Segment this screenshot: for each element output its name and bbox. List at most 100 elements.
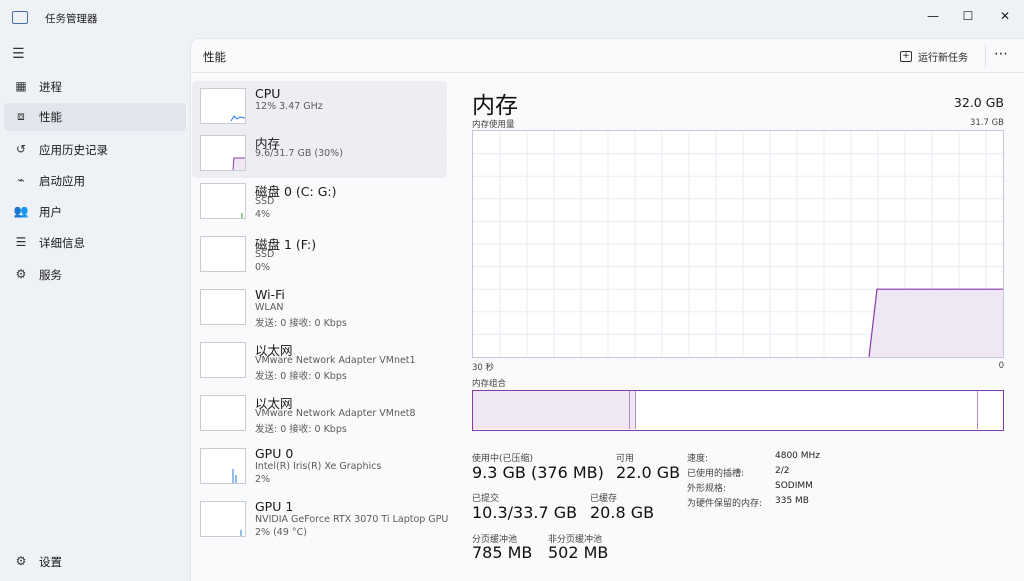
nav-item-users[interactable]: 👥 用户	[4, 198, 186, 226]
toolbar-separator	[985, 45, 986, 67]
minimize-icon: —	[927, 9, 939, 23]
run-task-icon: +	[900, 50, 912, 62]
form-factor-value: SODIMM	[775, 481, 813, 491]
close-icon: ✕	[999, 9, 1011, 23]
nonpaged-pool-value: 502 MB	[548, 543, 609, 562]
nav-label: 用户	[39, 205, 62, 219]
graph-axis-left: 30 秒	[472, 363, 495, 373]
page-title: 性能	[203, 50, 226, 64]
nav-item-performance[interactable]: ⧈ 性能	[4, 103, 186, 131]
device-detail: WLAN	[255, 302, 284, 313]
composition-divider	[635, 391, 636, 429]
memory-thumbnail-graph	[200, 135, 246, 171]
hw-reserved-key: 为硬件保留的内存:	[687, 499, 763, 509]
header-divider	[191, 72, 1024, 73]
available-value: 22.0 GB	[616, 463, 681, 482]
device-ethernet-vmnet8[interactable]: 以太网 VMware Network Adapter VMnet8 发送: 0 …	[192, 388, 447, 438]
speed-key: 速度:	[687, 454, 709, 464]
maximize-icon: ☐	[962, 9, 974, 23]
nav-label: 启动应用	[39, 174, 85, 188]
device-detail: VMware Network Adapter VMnet8	[255, 408, 416, 419]
memory-usage-graph	[472, 130, 1004, 358]
nav-label: 性能	[39, 110, 62, 124]
ethernet-thumbnail-graph	[200, 395, 246, 431]
device-detail: NVIDIA GeForce RTX 3070 Ti Laptop GPU	[255, 514, 449, 525]
app-history-icon: ↺	[15, 142, 27, 156]
slots-key: 已使用的插槽:	[687, 469, 745, 479]
nav-label: 应用历史记录	[39, 143, 108, 157]
device-cpu[interactable]: CPU 12% 3.47 GHz	[192, 81, 447, 131]
nav-item-startup-apps[interactable]: ⌁ 启动应用	[4, 167, 186, 195]
device-disk-1[interactable]: 磁盘 1 (F:) SSD 0%	[192, 229, 447, 279]
users-icon: 👥	[13, 204, 29, 218]
nav-label: 服务	[39, 268, 62, 282]
device-memory[interactable]: 内存 9.6/31.7 GB (30%)	[192, 128, 447, 178]
committed-value: 10.3/33.7 GB	[472, 503, 578, 522]
nav-label: 详细信息	[39, 236, 85, 250]
nav-item-services[interactable]: ⚙ 服务	[4, 261, 186, 289]
device-usage: 4%	[255, 209, 271, 220]
memory-usage-area	[869, 289, 1003, 357]
device-usage: 2%	[255, 474, 271, 485]
device-usage: 发送: 0 接收: 0 Kbps	[255, 371, 347, 382]
device-detail: 9.6/31.7 GB (30%)	[255, 148, 343, 159]
device-usage: 发送: 0 接收: 0 Kbps	[255, 318, 347, 329]
device-detail: VMware Network Adapter VMnet1	[255, 355, 416, 366]
device-ethernet-vmnet1[interactable]: 以太网 VMware Network Adapter VMnet1 发送: 0 …	[192, 335, 447, 385]
graph-max-label: 31.7 GB	[969, 118, 1004, 128]
details-icon: ☰	[15, 235, 27, 249]
device-name: Wi-Fi	[255, 287, 285, 302]
performance-icon: ⧈	[17, 109, 25, 123]
title-bar	[0, 0, 1024, 36]
memory-composition-bar	[472, 390, 1004, 431]
processes-icon: ▦	[15, 79, 27, 93]
wifi-thumbnail-graph	[200, 289, 246, 325]
close-button[interactable]: ✕	[982, 0, 1024, 32]
more-options-icon[interactable]: ⋯	[994, 46, 1009, 62]
cpu-thumbnail-graph	[200, 88, 246, 124]
gpu-0-thumbnail-graph	[200, 448, 246, 484]
composition-divider	[977, 391, 978, 429]
device-name: CPU	[255, 86, 281, 101]
nav-label: 进程	[39, 80, 62, 94]
nav-item-processes[interactable]: ▦ 进程	[4, 73, 186, 101]
memory-capacity: 32.0 GB	[953, 95, 1004, 110]
device-detail: Intel(R) Iris(R) Xe Graphics	[255, 461, 382, 472]
composition-in-use	[473, 391, 629, 429]
device-gpu-1[interactable]: GPU 1 NVIDIA GeForce RTX 3070 Ti Laptop …	[192, 494, 449, 544]
device-usage: 发送: 0 接收: 0 Kbps	[255, 424, 347, 435]
startup-apps-icon: ⌁	[17, 173, 25, 187]
detail-title: 内存	[472, 93, 518, 119]
disk-0-thumbnail-graph	[200, 183, 246, 219]
settings-gear-icon: ⚙	[15, 554, 27, 568]
device-usage: 2% (49 °C)	[255, 527, 307, 538]
disk-1-thumbnail-graph	[200, 236, 246, 272]
task-manager-icon	[12, 11, 28, 24]
paged-pool-value: 785 MB	[472, 543, 533, 562]
run-task-label: 运行新任务	[918, 52, 968, 64]
form-factor-key: 外形规格:	[687, 484, 727, 494]
device-detail: SSD	[255, 196, 275, 207]
device-disk-0[interactable]: 磁盘 0 (C: G:) SSD 4%	[192, 176, 447, 226]
cached-value: 20.8 GB	[590, 503, 655, 522]
hw-reserved-value: 335 MB	[775, 496, 809, 506]
gpu-1-thumbnail-graph	[200, 501, 246, 537]
services-icon: ⚙	[15, 267, 27, 281]
device-detail: 12% 3.47 GHz	[255, 101, 323, 112]
nav-item-app-history[interactable]: ↺ 应用历史记录	[4, 136, 186, 164]
speed-value: 4800 MHz	[775, 451, 821, 461]
graph-axis-right: 0	[998, 361, 1004, 371]
window-title: 任务管理器	[45, 13, 98, 25]
device-wifi[interactable]: Wi-Fi WLAN 发送: 0 接收: 0 Kbps	[192, 282, 447, 332]
nav-item-details[interactable]: ☰ 详细信息	[4, 229, 186, 257]
device-detail: SSD	[255, 249, 275, 260]
hamburger-menu-icon[interactable]: ☰	[12, 46, 25, 62]
device-usage: 0%	[255, 262, 271, 273]
nav-label: 设置	[39, 555, 62, 569]
run-new-task-button[interactable]: + 运行新任务	[900, 45, 968, 67]
device-gpu-0[interactable]: GPU 0 Intel(R) Iris(R) Xe Graphics 2%	[192, 441, 447, 491]
nav-item-settings[interactable]: ⚙ 设置	[4, 548, 186, 576]
device-name: GPU 0	[255, 446, 294, 461]
device-name: GPU 1	[255, 499, 294, 514]
graph-label: 内存使用量	[472, 120, 515, 130]
